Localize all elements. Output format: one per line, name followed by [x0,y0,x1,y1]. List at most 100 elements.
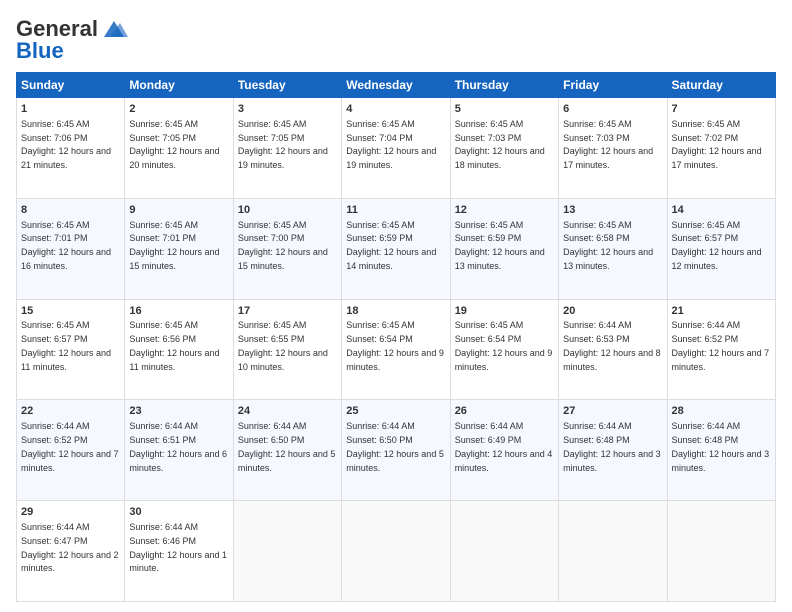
sunrise-info: Sunrise: 6:45 AM [455,320,524,330]
table-row [667,501,775,602]
sunrise-info: Sunrise: 6:45 AM [455,220,524,230]
daylight-info: Daylight: 12 hours and 20 minutes. [129,146,219,170]
daylight-info: Daylight: 12 hours and 9 minutes. [346,348,444,372]
table-row: 2Sunrise: 6:45 AMSunset: 7:05 PMDaylight… [125,98,233,199]
sunrise-info: Sunrise: 6:44 AM [129,522,198,532]
daylight-info: Daylight: 12 hours and 11 minutes. [129,348,219,372]
sunset-info: Sunset: 6:50 PM [238,435,305,445]
day-number: 29 [21,505,120,520]
day-number: 3 [238,102,337,117]
sunrise-info: Sunrise: 6:45 AM [129,220,198,230]
table-row: 18Sunrise: 6:45 AMSunset: 6:54 PMDayligh… [342,299,450,400]
table-row [342,501,450,602]
day-number: 26 [455,404,554,419]
sunrise-info: Sunrise: 6:45 AM [346,119,415,129]
table-row: 20Sunrise: 6:44 AMSunset: 6:53 PMDayligh… [559,299,667,400]
sunset-info: Sunset: 6:57 PM [21,334,88,344]
daylight-info: Daylight: 12 hours and 2 minutes. [21,550,119,574]
table-row: 22Sunrise: 6:44 AMSunset: 6:52 PMDayligh… [17,400,125,501]
sunset-info: Sunset: 7:04 PM [346,133,413,143]
daylight-info: Daylight: 12 hours and 1 minute. [129,550,227,574]
daylight-info: Daylight: 12 hours and 15 minutes. [129,247,219,271]
table-row: 30Sunrise: 6:44 AMSunset: 6:46 PMDayligh… [125,501,233,602]
sunrise-info: Sunrise: 6:45 AM [21,220,90,230]
sunrise-info: Sunrise: 6:45 AM [346,220,415,230]
sunrise-info: Sunrise: 6:45 AM [672,220,741,230]
table-row: 12Sunrise: 6:45 AMSunset: 6:59 PMDayligh… [450,198,558,299]
table-row: 11Sunrise: 6:45 AMSunset: 6:59 PMDayligh… [342,198,450,299]
table-row [559,501,667,602]
daylight-info: Daylight: 12 hours and 15 minutes. [238,247,328,271]
sunset-info: Sunset: 6:50 PM [346,435,413,445]
sunset-info: Sunset: 6:59 PM [346,233,413,243]
col-wednesday: Wednesday [342,73,450,98]
table-row: 4Sunrise: 6:45 AMSunset: 7:04 PMDaylight… [342,98,450,199]
day-number: 12 [455,203,554,218]
sunset-info: Sunset: 6:46 PM [129,536,196,546]
table-row: 19Sunrise: 6:45 AMSunset: 6:54 PMDayligh… [450,299,558,400]
daylight-info: Daylight: 12 hours and 8 minutes. [563,348,661,372]
daylight-info: Daylight: 12 hours and 19 minutes. [238,146,328,170]
table-row: 26Sunrise: 6:44 AMSunset: 6:49 PMDayligh… [450,400,558,501]
sunrise-info: Sunrise: 6:44 AM [238,421,307,431]
table-row [233,501,341,602]
daylight-info: Daylight: 12 hours and 17 minutes. [563,146,653,170]
table-row [450,501,558,602]
sunset-info: Sunset: 6:54 PM [346,334,413,344]
logo-blue: Blue [16,38,64,64]
sunset-info: Sunset: 6:58 PM [563,233,630,243]
day-number: 27 [563,404,662,419]
calendar: Sunday Monday Tuesday Wednesday Thursday… [16,72,776,602]
day-number: 14 [672,203,771,218]
sunset-info: Sunset: 7:05 PM [238,133,305,143]
sunrise-info: Sunrise: 6:44 AM [129,421,198,431]
sunrise-info: Sunrise: 6:44 AM [672,320,741,330]
sunset-info: Sunset: 7:02 PM [672,133,739,143]
sunset-info: Sunset: 6:55 PM [238,334,305,344]
col-tuesday: Tuesday [233,73,341,98]
day-number: 16 [129,304,228,319]
day-number: 19 [455,304,554,319]
sunrise-info: Sunrise: 6:45 AM [238,320,307,330]
table-row: 5Sunrise: 6:45 AMSunset: 7:03 PMDaylight… [450,98,558,199]
table-row: 23Sunrise: 6:44 AMSunset: 6:51 PMDayligh… [125,400,233,501]
table-row: 7Sunrise: 6:45 AMSunset: 7:02 PMDaylight… [667,98,775,199]
sunrise-info: Sunrise: 6:45 AM [563,119,632,129]
table-row: 24 Sunrise: 6:44 AM Sunset: 6:50 PM Dayligh… [233,400,341,501]
sunset-info: Sunset: 6:52 PM [672,334,739,344]
table-row: 29Sunrise: 6:44 AMSunset: 6:47 PMDayligh… [17,501,125,602]
sunset-info: Sunset: 6:48 PM [672,435,739,445]
sunset-info: Sunset: 6:57 PM [672,233,739,243]
day-number: 18 [346,304,445,319]
col-monday: Monday [125,73,233,98]
sunrise-info: Sunrise: 6:44 AM [21,421,90,431]
logo-text-block: General Blue [16,16,128,64]
sunrise-info: Sunrise: 6:45 AM [455,119,524,129]
sunset-info: Sunset: 6:48 PM [563,435,630,445]
col-thursday: Thursday [450,73,558,98]
sunset-info: Sunset: 6:59 PM [455,233,522,243]
sunset-info: Sunset: 6:56 PM [129,334,196,344]
day-number: 28 [672,404,771,419]
day-number: 7 [672,102,771,117]
table-row: 27Sunrise: 6:44 AMSunset: 6:48 PMDayligh… [559,400,667,501]
logo-icon [100,19,128,39]
daylight-info: Daylight: 12 hours and 13 minutes. [563,247,653,271]
day-number: 8 [21,203,120,218]
table-row: 25Sunrise: 6:44 AMSunset: 6:50 PMDayligh… [342,400,450,501]
daylight-info: Daylight: 12 hours and 5 minutes. [238,449,336,473]
daylight-info: Daylight: 12 hours and 16 minutes. [21,247,111,271]
sunset-info: Sunset: 7:03 PM [455,133,522,143]
sunset-info: Sunset: 6:49 PM [455,435,522,445]
daylight-info: Daylight: 12 hours and 5 minutes. [346,449,444,473]
sunset-info: Sunset: 6:53 PM [563,334,630,344]
daylight-info: Daylight: 12 hours and 3 minutes. [672,449,770,473]
daylight-info: Daylight: 12 hours and 3 minutes. [563,449,661,473]
table-row: 13Sunrise: 6:45 AMSunset: 6:58 PMDayligh… [559,198,667,299]
sunrise-info: Sunrise: 6:44 AM [563,320,632,330]
table-row: 16Sunrise: 6:45 AM Sunset: 6:56 PM Dayligh… [125,299,233,400]
sunrise-info: Sunrise: 6:44 AM [346,421,415,431]
table-row: 14Sunrise: 6:45 AMSunset: 6:57 PMDayligh… [667,198,775,299]
sunrise-info: Sunrise: 6:45 AM [129,320,198,330]
day-number: 24 [238,404,337,419]
